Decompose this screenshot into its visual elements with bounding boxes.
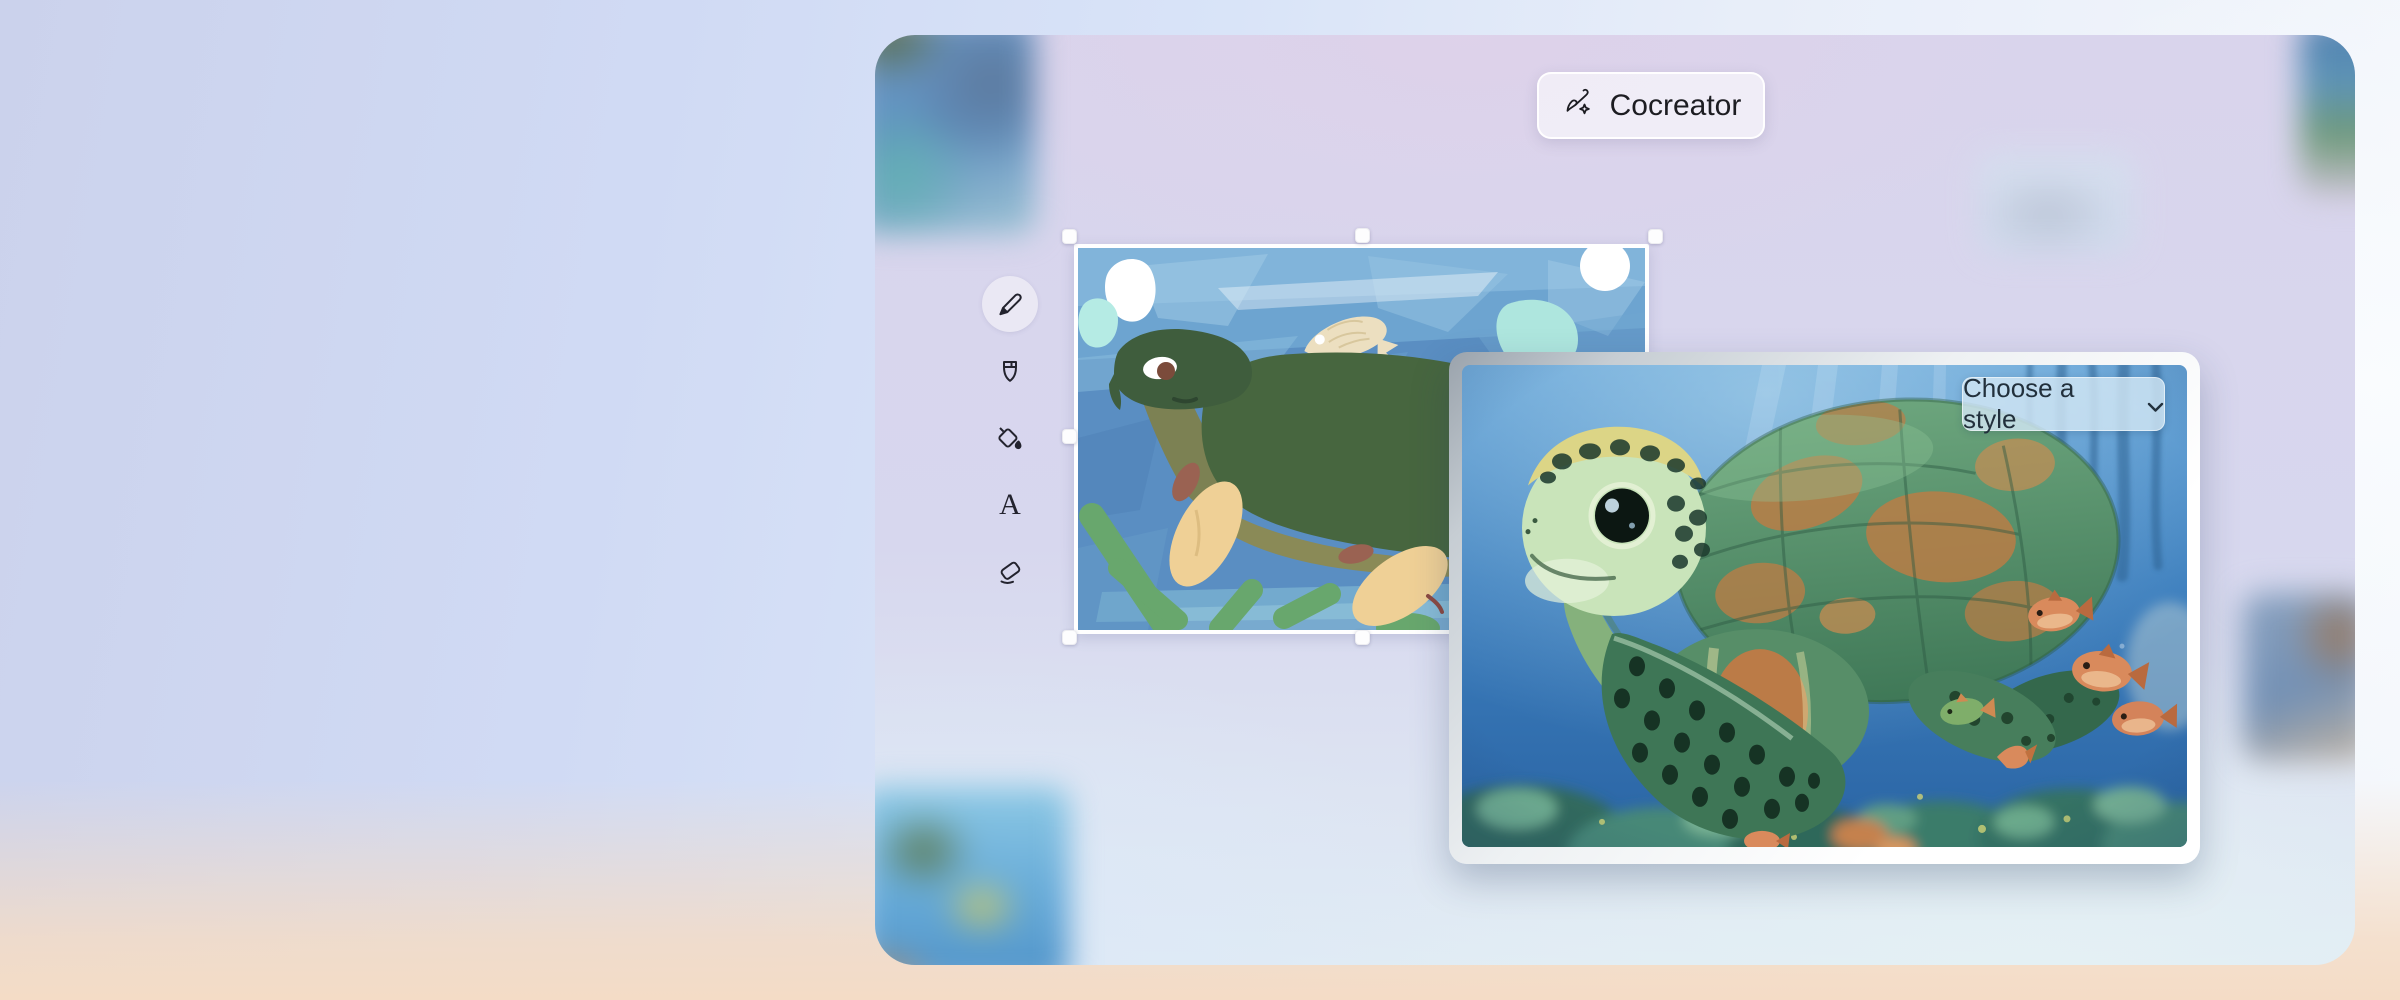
eraser-icon xyxy=(994,556,1026,588)
text-icon: A xyxy=(993,488,1027,522)
demo-panel: Cocreator xyxy=(875,35,2355,965)
selection-handle-top-left[interactable] xyxy=(1062,229,1077,244)
selection-handle-middle-left[interactable] xyxy=(1062,429,1077,444)
blurred-thumbnail-top-left xyxy=(875,35,1035,235)
paintbrush-sparkle-icon xyxy=(1561,85,1595,127)
selection-handle-bottom-middle[interactable] xyxy=(1355,630,1370,645)
cocreator-label: Cocreator xyxy=(1610,89,1742,123)
drawing-toolbar: A xyxy=(982,276,1038,600)
tool-text[interactable]: A xyxy=(982,477,1038,533)
blurred-thumbnail-top-right xyxy=(2300,35,2355,196)
tool-fill-bucket[interactable] xyxy=(982,410,1038,466)
text-tool-glyph: A xyxy=(999,488,1021,521)
generated-preview-card: Choose a style xyxy=(1449,352,2200,864)
selection-handle-top-middle[interactable] xyxy=(1355,228,1370,243)
chevron-down-icon xyxy=(2147,389,2164,420)
generated-turtle-image xyxy=(1462,365,2187,847)
fill-bucket-icon xyxy=(993,421,1027,455)
selection-handle-bottom-left[interactable] xyxy=(1062,630,1077,645)
blurred-thumbnail-bottom-right xyxy=(2243,593,2355,761)
tool-pencil[interactable] xyxy=(982,276,1038,332)
blurred-thumbnail-bottom-left xyxy=(875,787,1069,965)
selection-handle-top-right[interactable] xyxy=(1648,229,1663,244)
screenshot-root: { "badge": { "label": "Cocreator", "icon… xyxy=(0,0,2400,1000)
tool-eraser[interactable] xyxy=(982,544,1038,600)
cocreator-badge[interactable]: Cocreator xyxy=(1537,72,1765,139)
blurred-thumbnail-center xyxy=(1977,153,2135,255)
choose-style-label: Choose a style xyxy=(1963,373,2134,435)
tool-calligraphy-pen[interactable] xyxy=(982,343,1038,399)
pencil-icon xyxy=(994,288,1026,320)
calligraphy-pen-icon xyxy=(994,355,1026,387)
choose-style-dropdown[interactable]: Choose a style xyxy=(1962,377,2165,431)
